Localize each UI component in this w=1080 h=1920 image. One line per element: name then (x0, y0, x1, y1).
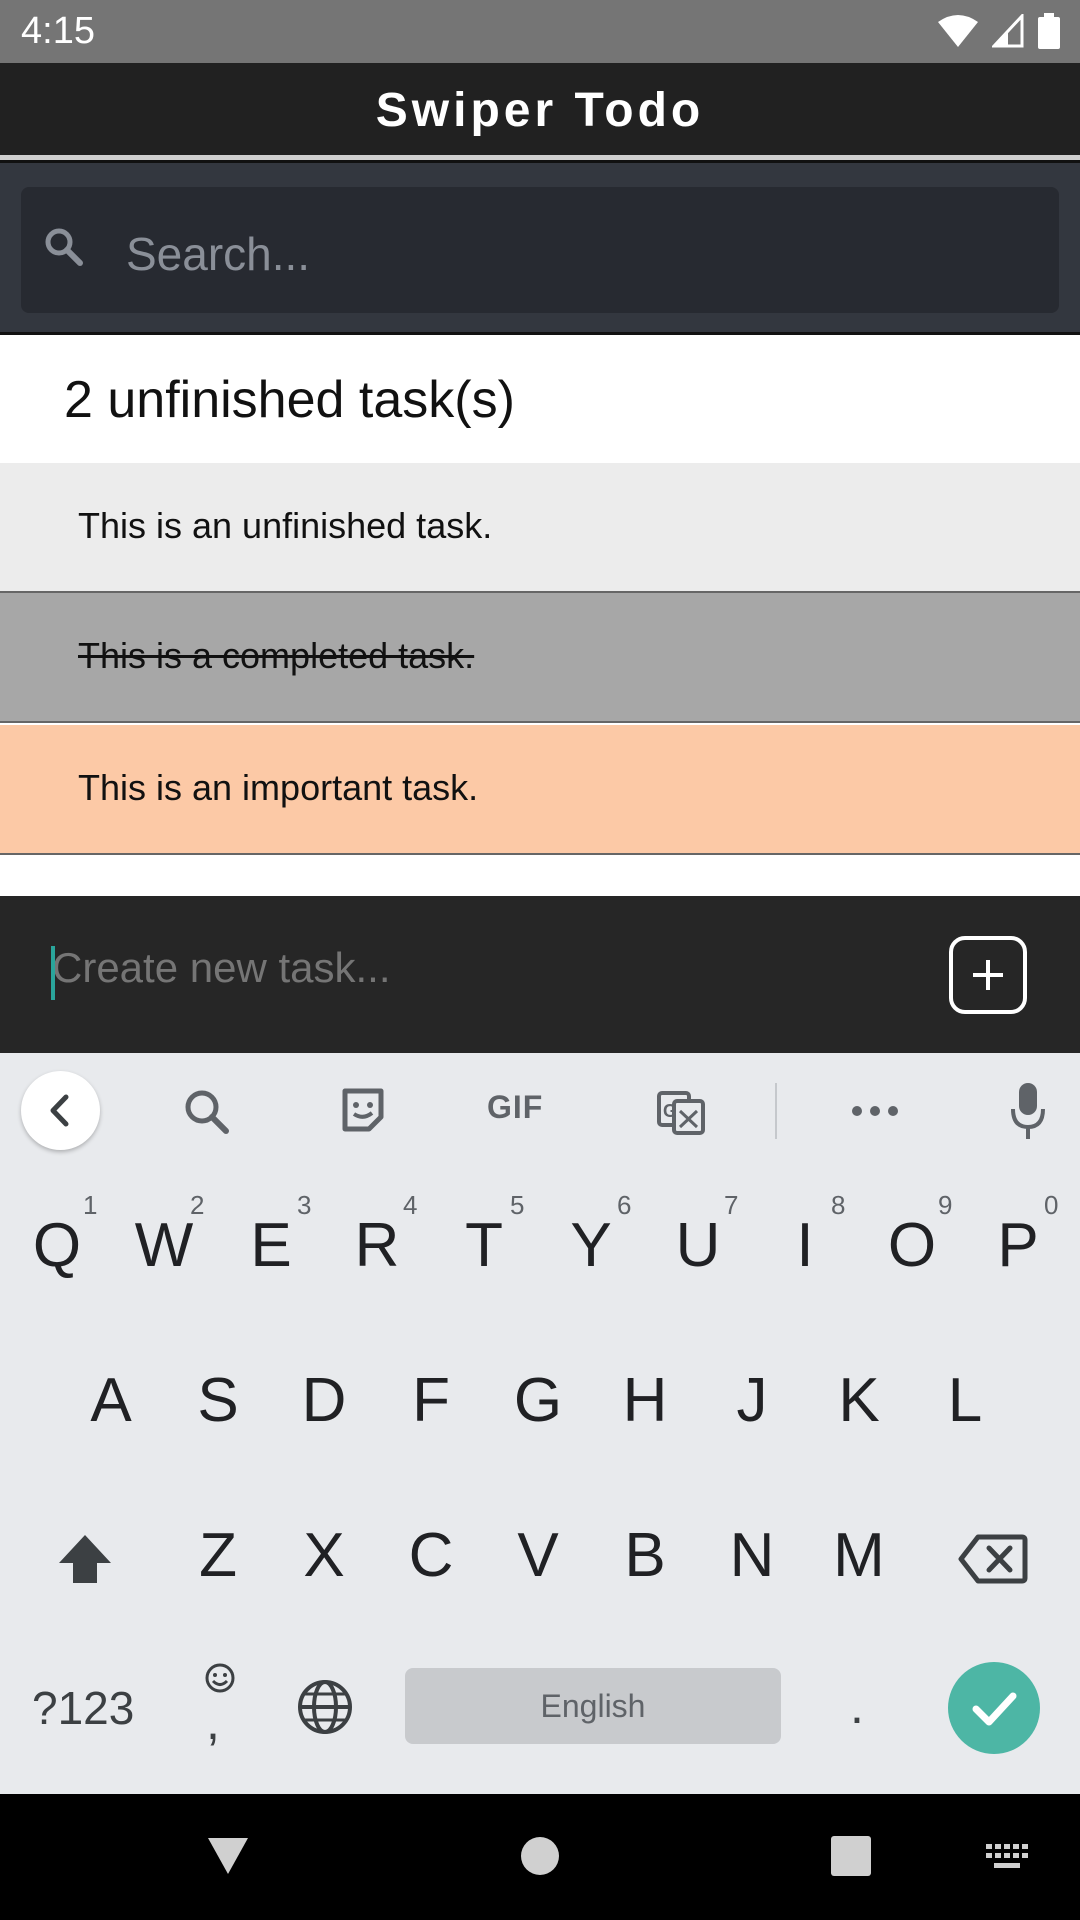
key-b[interactable]: B (605, 1520, 685, 1591)
key-f[interactable]: F (391, 1365, 471, 1436)
enter-button[interactable] (948, 1662, 1040, 1754)
key-s[interactable]: S (178, 1365, 258, 1436)
search-placeholder: Search... (126, 228, 311, 280)
add-task-button[interactable] (949, 936, 1027, 1014)
navigation-bar (0, 1794, 1080, 1920)
svg-text:G: G (663, 1101, 677, 1121)
comma-key[interactable]: , (206, 1693, 220, 1751)
key-hint-5: 5 (510, 1190, 525, 1220)
key-x[interactable]: X (284, 1520, 364, 1591)
key-h[interactable]: H (605, 1365, 685, 1436)
task-item-important[interactable]: This is an important task. (0, 725, 1080, 855)
app-bar: Swiper Todo (0, 63, 1080, 155)
status-icons (938, 13, 1060, 49)
key-hint-6: 6 (617, 1190, 632, 1220)
battery-icon (1038, 13, 1060, 49)
key-hint-4: 4 (403, 1190, 418, 1220)
key-n[interactable]: N (712, 1520, 792, 1591)
key-d[interactable]: D (284, 1365, 364, 1436)
emoji-icon (205, 1663, 235, 1693)
task-text: This is an important task. (78, 767, 479, 808)
gif-button[interactable]: GIF (487, 1089, 543, 1126)
key-z[interactable]: Z (178, 1520, 258, 1591)
key-j[interactable]: J (712, 1365, 792, 1436)
keyboard-toolbar: GIF G (0, 1053, 1080, 1169)
app-title: Swiper Todo (375, 84, 705, 137)
search-panel: Search... (0, 163, 1080, 335)
back-triangle-icon[interactable] (206, 1836, 250, 1876)
status-bar: 4:15 (0, 0, 1080, 63)
home-circle-icon[interactable] (520, 1836, 560, 1876)
globe-icon[interactable] (297, 1679, 353, 1735)
soft-keyboard: GIF G Q1W2E3R4T5Y6U7I8O9P0 ASDFGHJKL ZXC… (0, 1053, 1080, 1794)
status-time: 4:15 (21, 10, 95, 52)
more-icon[interactable] (850, 1083, 900, 1139)
microphone-icon[interactable] (1010, 1083, 1046, 1143)
checkmark-icon (972, 1692, 1017, 1726)
task-text: This is an unfinished task. (78, 505, 493, 546)
space-bar[interactable]: English (405, 1668, 781, 1744)
key-m[interactable]: M (819, 1520, 899, 1591)
task-text: This is a completed task. (78, 635, 475, 676)
key-hint-1: 1 (83, 1190, 98, 1220)
search-input[interactable]: Search... (21, 187, 1059, 313)
app-bar-divider (0, 155, 1080, 163)
search-icon[interactable] (182, 1083, 232, 1139)
keyboard-switch-icon[interactable] (986, 1844, 1030, 1872)
shift-icon[interactable] (55, 1531, 115, 1587)
text-cursor (51, 946, 55, 1000)
key-hint-0: 0 (1044, 1190, 1059, 1220)
unfinished-task-count: 2 unfinished task(s) (64, 371, 515, 429)
key-l[interactable]: L (925, 1365, 1005, 1436)
new-task-bar (0, 896, 1080, 1053)
sticker-icon[interactable] (339, 1083, 387, 1139)
task-item-unfinished[interactable]: This is an unfinished task. (0, 463, 1080, 593)
symbols-key[interactable]: ?123 (32, 1681, 134, 1735)
signal-icon (992, 14, 1024, 48)
backspace-icon[interactable] (958, 1533, 1028, 1585)
key-v[interactable]: V (498, 1520, 578, 1591)
toolbar-divider (775, 1083, 777, 1139)
key-hint-9: 9 (938, 1190, 953, 1220)
key-c[interactable]: C (391, 1520, 471, 1591)
key-k[interactable]: K (819, 1365, 899, 1436)
key-hint-3: 3 (297, 1190, 312, 1220)
key-g[interactable]: G (498, 1365, 578, 1436)
key-a[interactable]: A (71, 1365, 151, 1436)
recents-square-icon[interactable] (831, 1836, 871, 1876)
wifi-icon (938, 15, 978, 47)
search-icon (45, 228, 83, 266)
chevron-left-icon (50, 1094, 69, 1127)
key-hint-7: 7 (724, 1190, 739, 1220)
key-hint-2: 2 (190, 1190, 205, 1220)
new-task-input[interactable] (52, 944, 912, 992)
keyboard-back-button[interactable] (21, 1071, 100, 1150)
translate-icon[interactable]: G (656, 1083, 706, 1139)
task-item-completed[interactable]: This is a completed task. (0, 593, 1080, 723)
period-key[interactable]: . (850, 1677, 864, 1735)
key-hint-8: 8 (831, 1190, 846, 1220)
